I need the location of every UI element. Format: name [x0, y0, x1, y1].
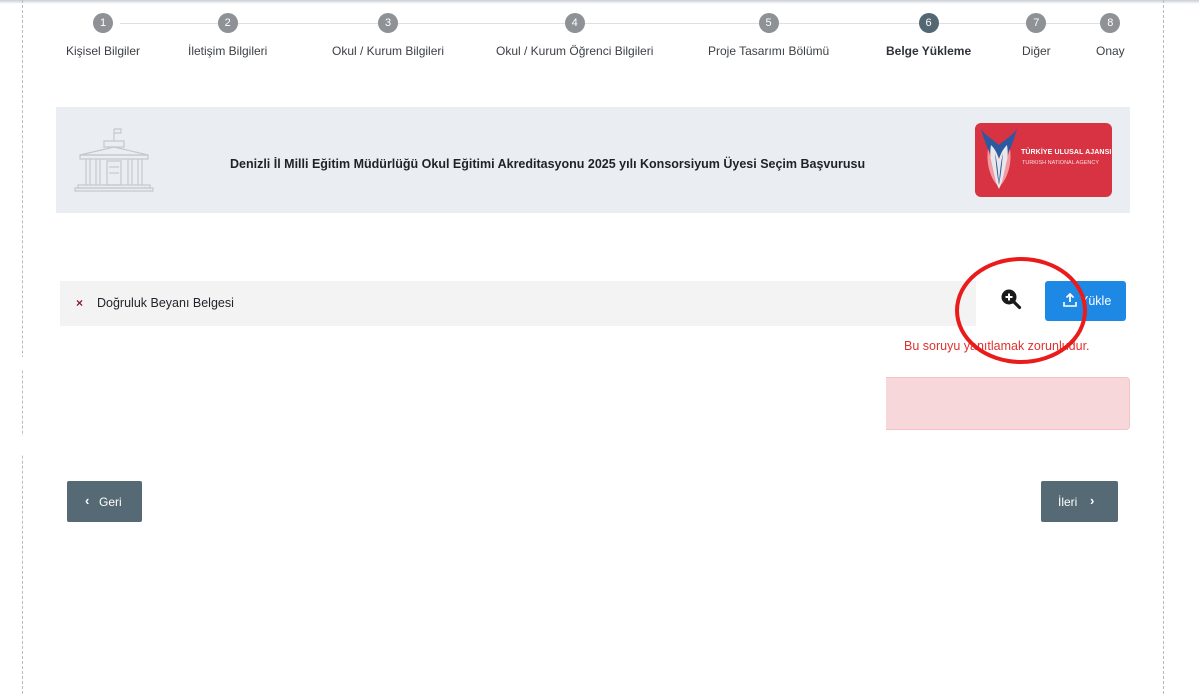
step-proje-tasarimi-bolumu[interactable]: 5 Proje Tasarımı Bölümü	[708, 10, 829, 58]
step-label: Proje Tasarımı Bölümü	[708, 44, 830, 58]
banner-title: Denizli İl Milli Eğitim Müdürlüğü Okul E…	[230, 157, 866, 171]
step-number: 4	[564, 13, 585, 33]
border-gap	[17, 436, 29, 454]
step-number: 6	[918, 13, 939, 33]
step-label: Onay	[1096, 44, 1125, 58]
step-okul-kurum-bilgileri[interactable]: 3 Okul / Kurum Bilgileri	[332, 10, 444, 58]
step-label: Kişisel Bilgiler	[66, 44, 141, 58]
step-label: Diğer	[1022, 44, 1051, 58]
chevron-left-icon: ‹	[85, 493, 90, 508]
x-icon: ×	[76, 296, 84, 310]
next-button[interactable]: İleri ›	[1041, 481, 1118, 522]
wizard-stepper: 1 Kişisel Bilgiler 2 İletişim Bilgileri …	[56, 10, 1136, 70]
logo-text-tr: TÜRKİYE ULUSAL AJANSI	[1021, 149, 1112, 156]
upload-button[interactable]: Yükle	[1045, 281, 1126, 321]
border-gap	[17, 357, 29, 369]
step-number: 2	[217, 13, 238, 33]
upload-icon	[1063, 292, 1077, 307]
step-belge-yukleme[interactable]: 6 Belge Yükleme	[886, 10, 971, 58]
turkish-national-agency-logo: TÜRKİYE ULUSAL AJANSI TURKISH NATIONAL A…	[975, 123, 1112, 197]
step-label: Belge Yükleme	[886, 44, 972, 58]
step-number: 3	[378, 13, 399, 33]
required-error-message: Bu soruyu yanıtlamak zorunludur.	[904, 339, 1090, 353]
step-number: 8	[1100, 13, 1121, 33]
step-label: Okul / Kurum Öğrenci Bilgileri	[496, 44, 654, 58]
next-label: İleri	[1058, 495, 1078, 509]
step-diger[interactable]: 7 Diğer	[1022, 10, 1051, 58]
zoom-in-icon[interactable]	[994, 283, 1028, 315]
government-building-icon	[74, 128, 154, 192]
step-okul-kurum-ogrenci-bilgileri[interactable]: 4 Okul / Kurum Öğrenci Bilgileri	[496, 10, 653, 58]
step-label: İletişim Bilgileri	[188, 44, 268, 58]
chevron-right-icon: ›	[1090, 493, 1095, 508]
step-number: 1	[93, 13, 114, 33]
left-dashed-border	[22, 0, 23, 694]
back-label: Geri	[99, 495, 122, 509]
step-label: Okul / Kurum Bilgileri	[332, 44, 445, 58]
step-number: 7	[1026, 13, 1047, 33]
document-label: Doğruluk Beyanı Belgesi	[97, 296, 234, 310]
step-onay[interactable]: 8 Onay	[1096, 10, 1125, 58]
logo-text-en: TURKISH NATIONAL AGENCY	[1022, 160, 1100, 166]
right-dashed-border	[1163, 0, 1164, 694]
window-top-edge	[0, 0, 1199, 4]
step-iletisim-bilgileri[interactable]: 2 İletişim Bilgileri	[188, 10, 267, 58]
document-row: × Doğruluk Beyanı Belgesi	[60, 281, 976, 326]
application-banner: Denizli İl Milli Eğitim Müdürlüğü Okul E…	[56, 107, 1130, 213]
back-button[interactable]: ‹ Geri	[67, 481, 142, 522]
error-alert-box	[886, 377, 1130, 430]
step-number: 5	[758, 13, 779, 33]
upload-label: Yükle	[1080, 294, 1112, 308]
step-kisisel-bilgiler[interactable]: 1 Kişisel Bilgiler	[66, 10, 140, 58]
